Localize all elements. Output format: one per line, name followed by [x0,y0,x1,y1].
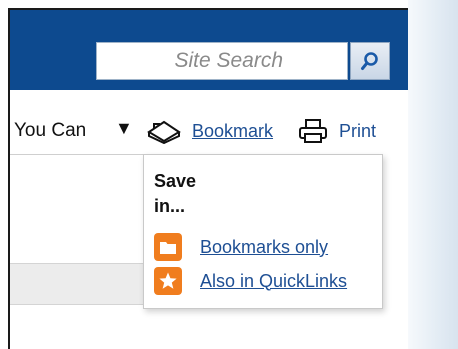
bookmark-link[interactable]: Bookmark [192,121,273,142]
content-gray-band [10,263,144,305]
also-in-quicklinks-option[interactable]: Also in QuickLinks [154,267,347,295]
content-divider [10,154,144,155]
page-frame: You Can ▼ Bookmark Print Save in... Book… [0,0,458,349]
save-in-popup: Save in... Bookmarks only Also in QuickL… [143,154,383,309]
search-button[interactable] [350,42,390,80]
bookmarks-only-link[interactable]: Bookmarks only [200,237,328,258]
site-search-input[interactable] [97,43,347,79]
right-gradient-panel [408,0,458,349]
print-icon[interactable] [298,118,328,144]
dropdown-arrow-icon[interactable]: ▼ [115,118,133,139]
star-icon [154,267,182,295]
bookmark-icon[interactable] [146,118,182,144]
site-search-box[interactable] [96,42,348,80]
also-in-quicklinks-link[interactable]: Also in QuickLinks [200,271,347,292]
popup-title: Save in... [154,171,197,216]
dropdown-label[interactable]: You Can [14,120,86,142]
folder-icon [154,233,182,261]
print-link[interactable]: Print [339,121,376,142]
bookmarks-only-option[interactable]: Bookmarks only [154,233,328,261]
search-icon [361,52,378,70]
